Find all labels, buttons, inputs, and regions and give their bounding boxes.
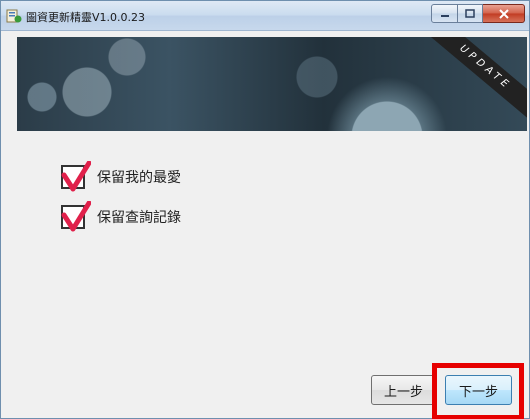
history-checkbox[interactable] [61,201,91,232]
minimize-button[interactable] [431,4,458,23]
update-wizard-window: 圖資更新精靈V1.0.0.23 UPDATE 保留我的最愛 保留查詢記錄 上一步… [0,0,530,419]
option-keep-history[interactable]: 保留查詢記錄 [61,201,181,232]
close-icon [498,8,509,19]
maximize-icon [465,9,475,18]
close-button[interactable] [483,4,525,23]
update-ribbon: UPDATE [424,37,527,122]
maximize-button[interactable] [458,4,483,23]
checkmark-icon [61,201,91,232]
history-label: 保留查詢記錄 [97,210,181,226]
option-keep-favorites[interactable]: 保留我的最愛 [61,161,181,192]
header-banner: UPDATE [17,37,527,131]
checkmark-icon [61,161,91,192]
next-button-highlight [432,363,524,419]
app-icon [6,8,22,24]
favorites-label: 保留我的最愛 [97,170,181,186]
favorites-checkbox[interactable] [61,161,91,192]
window-controls [431,4,525,23]
window-title: 圖資更新精靈V1.0.0.23 [26,11,146,24]
previous-button[interactable]: 上一步 [371,375,436,405]
title-bar[interactable]: 圖資更新精靈V1.0.0.23 [1,1,529,31]
minimize-icon [440,14,449,17]
